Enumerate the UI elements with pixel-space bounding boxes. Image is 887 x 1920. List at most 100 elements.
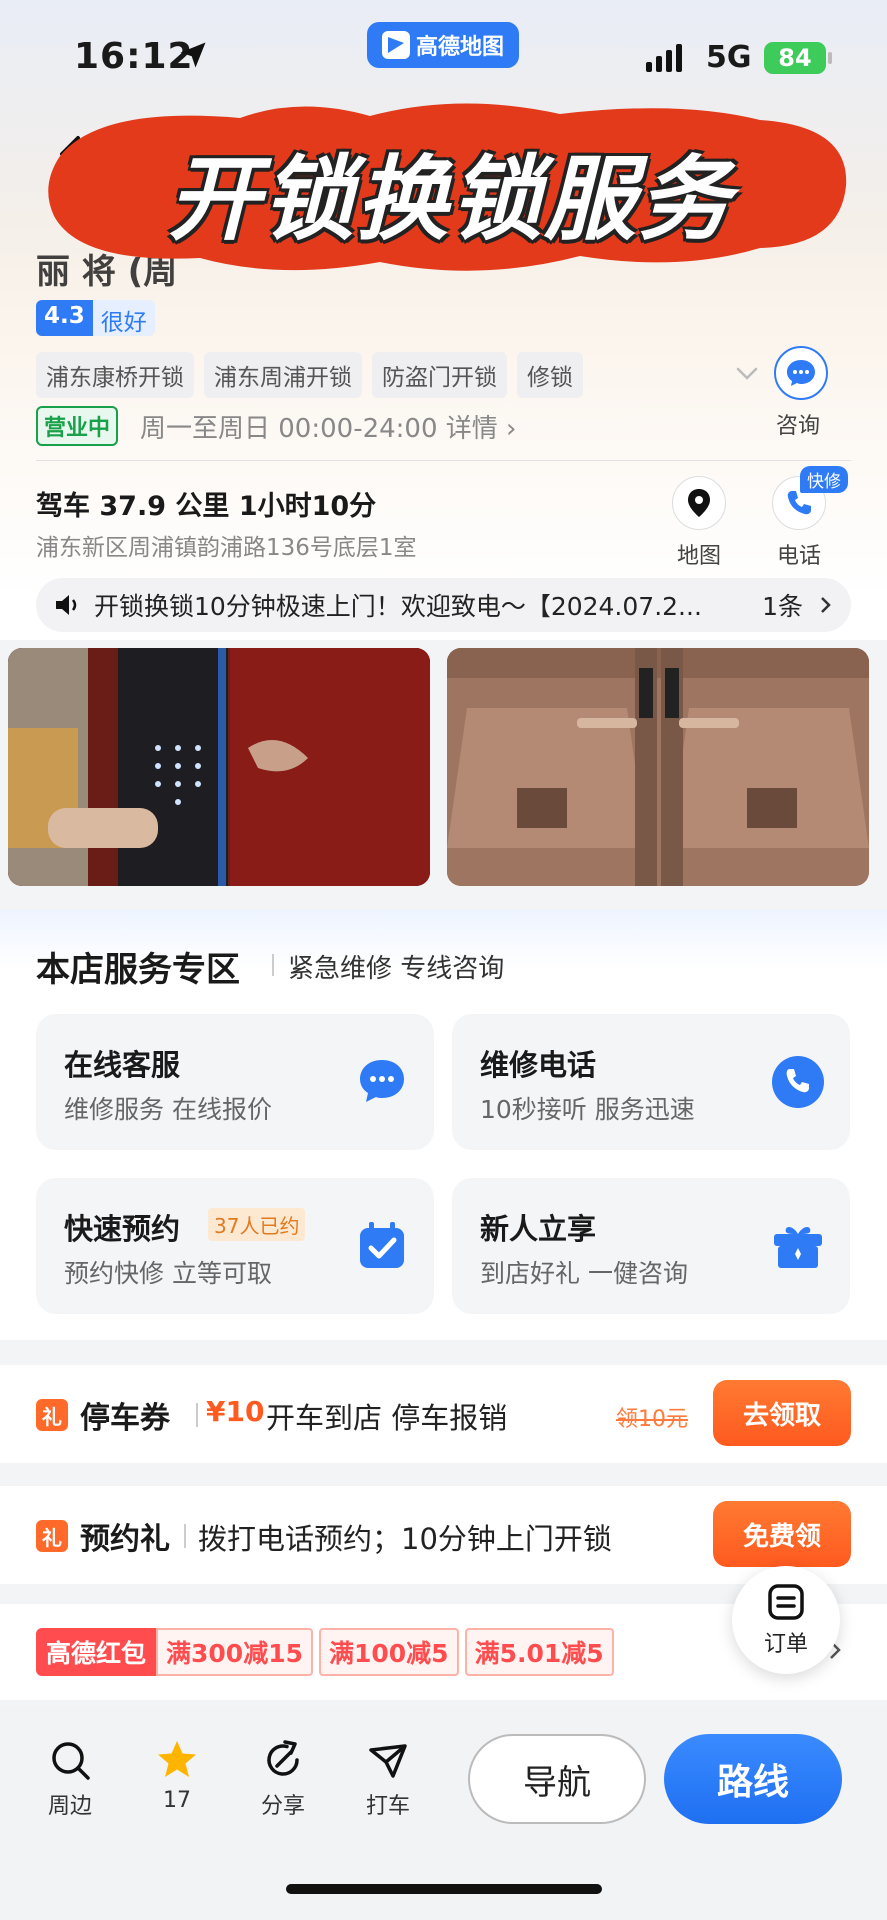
phone-icon <box>772 1056 824 1108</box>
promo-desc: 开车到店 停车报销 <box>266 1401 508 1435</box>
consult-button[interactable] <box>774 346 828 400</box>
navigate-button[interactable]: 导航 <box>468 1734 646 1824</box>
coupon-brand: 高德红包 <box>36 1628 157 1676</box>
notice-text: 开锁换锁10分钟极速上门！欢迎致电～【2024.07.2... <box>94 592 702 621</box>
signal-icon <box>646 44 682 72</box>
coupon-item[interactable]: 满100减5 <box>319 1628 459 1676</box>
favorite-count: 17 <box>163 1788 191 1813</box>
search-icon <box>52 1742 90 1780</box>
rating-badge: 4.3 很好 <box>36 300 155 336</box>
tab-label: 分享 <box>260 1794 305 1819</box>
speaker-icon <box>56 595 77 615</box>
gift-icon <box>774 1227 822 1268</box>
tag-item[interactable]: 修锁 <box>517 352 583 398</box>
notice-bar[interactable]: 开锁换锁10分钟极速上门！欢迎致电～【2024.07.2... 1条 <box>36 578 851 632</box>
claim-button[interactable]: 去领取 <box>713 1380 851 1446</box>
service-subtitle: 紧急维修 专线咨询 <box>288 954 505 984</box>
gift-badge: 礼 <box>36 1399 68 1431</box>
location-arrow-icon <box>180 42 206 68</box>
battery-level: 84 <box>778 44 812 72</box>
rating-score: 4.3 <box>36 300 93 336</box>
free-claim-button[interactable]: 免费领 <box>713 1501 851 1567</box>
tag-list: 浦东康桥开锁 浦东周浦开锁 防盗门开锁 修锁 <box>36 352 583 398</box>
gift-badge: 礼 <box>36 1520 68 1552</box>
service-card-new-user-gift[interactable]: 新人立享 到店好礼 一健咨询 <box>452 1178 850 1314</box>
business-hours[interactable]: 周一至周日 00:00-24:00 详情 › <box>140 408 516 445</box>
divider <box>272 954 274 976</box>
map-button[interactable] <box>672 476 726 530</box>
route-button[interactable]: 路线 <box>664 1734 842 1824</box>
promo-booking-gift: 礼 预约礼 拨打电话预约；10分钟上门开锁 免费领 <box>0 1486 887 1584</box>
tab-label: 打车 <box>365 1794 410 1819</box>
notice-count: 1条 <box>762 592 803 621</box>
service-card-title: 新人立享 <box>480 1212 597 1246</box>
battery-indicator: 84 <box>764 42 832 74</box>
chevron-right-icon <box>821 597 831 613</box>
banner-text: 开锁换锁服务 <box>167 145 732 253</box>
divider <box>36 460 851 461</box>
service-card-subtitle: 预约快修 立等可取 <box>64 1259 272 1288</box>
store-photo-copper-door[interactable] <box>447 648 869 886</box>
service-card-title: 快速预约 <box>64 1212 181 1246</box>
service-card-title: 在线客服 <box>64 1048 181 1082</box>
order-button[interactable]: 订单 <box>732 1566 840 1674</box>
tab-taxi[interactable]: 打车 <box>348 1738 428 1820</box>
store-photo-smart-lock[interactable] <box>8 648 430 886</box>
tab-nearby[interactable]: 周边 <box>30 1738 110 1820</box>
promo-name: 停车券 <box>80 1401 170 1436</box>
map-pin-icon <box>688 489 710 517</box>
booking-count-badge: 37人已约 <box>208 1208 306 1241</box>
business-hours-text: 周一至周日 00:00-24:00 详情 <box>140 414 498 444</box>
coupon-item[interactable]: 满5.01减5 <box>464 1628 614 1676</box>
phone-label: 电话 <box>777 544 822 569</box>
calendar-check-icon <box>360 1222 404 1268</box>
chevron-right-icon: › <box>506 414 517 444</box>
divider <box>184 1524 186 1548</box>
home-indicator[interactable] <box>286 1884 602 1894</box>
open-status-badge: 营业中 <box>36 406 119 446</box>
amap-logo-icon <box>381 31 410 59</box>
chat-icon <box>360 1060 404 1102</box>
tag-item[interactable]: 浦东周浦开锁 <box>204 352 362 398</box>
consult-label: 咨询 <box>776 414 821 439</box>
rating-label: 很好 <box>92 300 155 336</box>
service-card-online-chat[interactable]: 在线客服 维修服务 在线报价 <box>36 1014 434 1150</box>
coupon-row: 高德红包 满300减15 满100减5 满5.01减5 <box>36 1628 614 1676</box>
promo-name: 预约礼 <box>80 1522 170 1557</box>
tag-item[interactable]: 浦东康桥开锁 <box>36 352 194 398</box>
promo-banner: 开锁换锁服务 <box>40 96 860 286</box>
promo-desc: 拨打电话预约；10分钟上门开锁 <box>198 1522 612 1556</box>
order-list-icon <box>768 1584 804 1620</box>
service-card-subtitle: 10秒接听 服务迅速 <box>480 1095 695 1124</box>
service-card-subtitle: 到店好礼 一健咨询 <box>480 1259 688 1288</box>
store-address[interactable]: 浦东新区周浦镇韵浦路136号底层1室 <box>36 528 417 562</box>
map-label: 地图 <box>677 544 722 569</box>
chat-icon <box>787 360 815 386</box>
service-card-subtitle: 维修服务 在线报价 <box>64 1095 272 1124</box>
service-title: 本店服务专区 <box>36 950 240 990</box>
status-time: 16:12 <box>74 36 194 77</box>
share-icon <box>267 1740 299 1776</box>
service-card-quick-booking[interactable]: 快速预约 37人已约 预约快修 立等可取 <box>36 1178 434 1314</box>
promo-original-value: 领10元 <box>616 1407 688 1432</box>
star-icon <box>158 1741 196 1777</box>
promo-parking-coupon: 礼 停车券 ¥10 开车到店 停车报销 领10元 去领取 <box>0 1365 887 1463</box>
app-pill[interactable]: 高德地图 <box>367 22 519 68</box>
quick-repair-badge: 快修 <box>800 466 848 493</box>
smart-lock-photo <box>8 648 430 886</box>
coupon-item[interactable]: 满300减15 <box>156 1628 313 1676</box>
service-card-title: 维修电话 <box>480 1048 597 1082</box>
tab-favorite[interactable]: 17 <box>137 1738 217 1813</box>
drive-distance: 驾车 37.9 公里 1小时10分 <box>36 491 377 522</box>
order-label: 订单 <box>763 1632 808 1657</box>
tab-label: 周边 <box>47 1794 92 1819</box>
promo-price: ¥10 <box>206 1395 265 1428</box>
divider <box>196 1403 198 1427</box>
tag-item[interactable]: 防盗门开锁 <box>372 352 507 398</box>
network-type: 5G <box>706 40 752 75</box>
copper-door-photo <box>447 648 869 886</box>
tab-share[interactable]: 分享 <box>243 1738 323 1820</box>
taxi-icon <box>369 1744 407 1778</box>
service-card-repair-phone[interactable]: 维修电话 10秒接听 服务迅速 <box>452 1014 850 1150</box>
chevron-down-icon[interactable] <box>732 358 762 388</box>
